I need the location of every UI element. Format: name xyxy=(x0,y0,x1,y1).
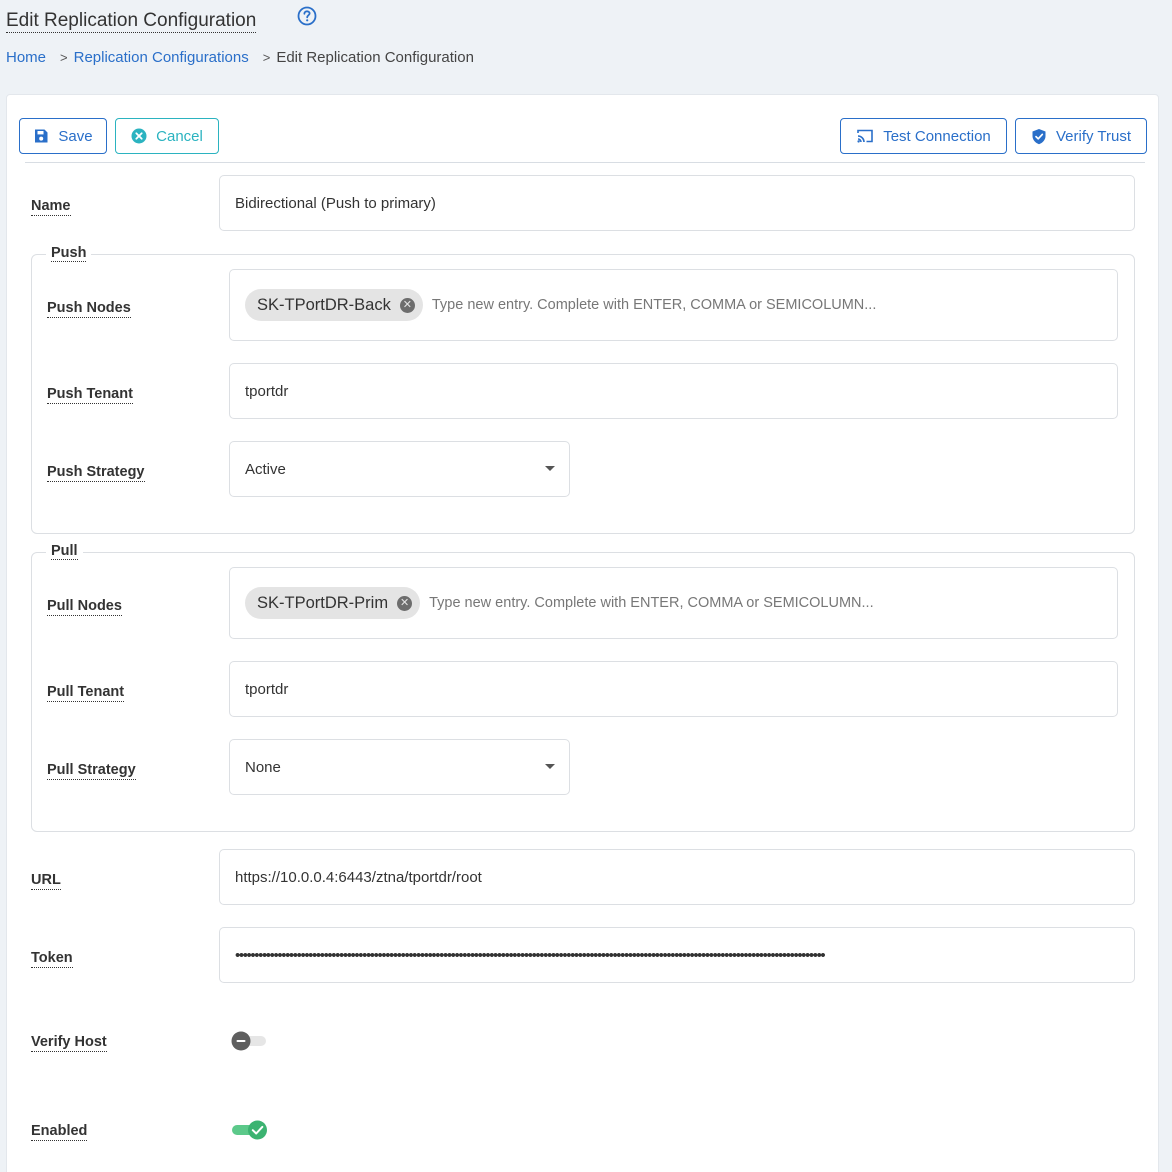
breadcrumb-separator: > xyxy=(60,50,68,65)
enabled-label: Enabled xyxy=(31,1123,88,1141)
shield-check-icon xyxy=(1032,128,1046,144)
floppy-disk-icon xyxy=(35,129,48,143)
pull-tenant-label: Pull Tenant xyxy=(47,684,125,702)
push-tenant-input[interactable]: tportdr xyxy=(229,363,1118,419)
breadcrumb-home[interactable]: Home xyxy=(6,49,46,66)
pull-strategy-value: None xyxy=(245,758,281,776)
push-strategy-value: Active xyxy=(245,460,286,478)
pull-node-chip: SK-TPortDR-Prim ✕ xyxy=(245,587,421,619)
caret-down-icon xyxy=(545,466,555,471)
cast-icon xyxy=(857,129,874,143)
push-nodes-label: Push Nodes xyxy=(47,300,131,318)
toolbar-divider xyxy=(25,162,1145,163)
token-input[interactable]: ••••••••••••••••••••••••••••••••••••••••… xyxy=(219,927,1135,983)
save-button[interactable]: Save xyxy=(19,118,107,154)
verify-host-label: Verify Host xyxy=(31,1034,107,1052)
token-value: ••••••••••••••••••••••••••••••••••••••••… xyxy=(235,946,826,964)
push-node-chip-label: SK-TPortDR-Back xyxy=(257,295,391,314)
pull-tenant-input[interactable]: tportdr xyxy=(229,661,1118,717)
push-nodes-placeholder[interactable]: Type new entry. Complete with ENTER, COM… xyxy=(432,297,877,313)
save-label: Save xyxy=(58,127,93,145)
close-circle-icon xyxy=(131,128,147,144)
pull-nodes-placeholder[interactable]: Type new entry. Complete with ENTER, COM… xyxy=(429,595,874,611)
url-value: https://10.0.0.4:6443/ztna/tportdr/root xyxy=(235,868,482,886)
url-label: URL xyxy=(31,872,61,890)
pull-strategy-label: Pull Strategy xyxy=(47,762,136,780)
breadcrumb-replication-configurations[interactable]: Replication Configurations xyxy=(74,49,249,66)
push-legend: Push xyxy=(46,245,92,262)
help-circle-icon[interactable] xyxy=(297,6,317,26)
push-node-chip: SK-TPortDR-Back ✕ xyxy=(245,289,423,321)
pull-nodes-label: Pull Nodes xyxy=(47,598,122,616)
breadcrumb-current: Edit Replication Configuration xyxy=(276,49,474,66)
name-value: Bidirectional (Push to primary) xyxy=(235,194,436,212)
push-strategy-select[interactable]: Active xyxy=(229,441,570,497)
push-tenant-value: tportdr xyxy=(245,382,289,400)
cancel-label: Cancel xyxy=(156,127,203,145)
push-tenant-label: Push Tenant xyxy=(47,386,133,404)
name-label: Name xyxy=(31,198,71,216)
name-input[interactable]: Bidirectional (Push to primary) xyxy=(219,175,1135,231)
push-nodes-input[interactable]: SK-TPortDR-Back ✕ Type new entry. Comple… xyxy=(229,269,1118,341)
pull-legend: Pull xyxy=(46,543,83,560)
pull-tenant-value: tportdr xyxy=(245,680,289,698)
enabled-toggle[interactable] xyxy=(230,1119,270,1141)
verify-trust-label: Verify Trust xyxy=(1055,127,1132,145)
pull-nodes-input[interactable]: SK-TPortDR-Prim ✕ Type new entry. Comple… xyxy=(229,567,1118,639)
token-label: Token xyxy=(31,950,73,968)
caret-down-icon xyxy=(545,764,555,769)
pull-strategy-select[interactable]: None xyxy=(229,739,570,795)
page-title: Edit Replication Configuration xyxy=(6,10,257,33)
push-strategy-label: Push Strategy xyxy=(47,464,145,482)
verify-trust-button[interactable]: Verify Trust xyxy=(1015,118,1147,154)
test-connection-label: Test Connection xyxy=(883,127,991,145)
cancel-button[interactable]: Cancel xyxy=(115,118,219,154)
breadcrumb-separator: > xyxy=(262,50,271,65)
close-circle-icon[interactable]: ✕ xyxy=(399,297,415,313)
pull-node-chip-label: SK-TPortDR-Prim xyxy=(257,593,389,612)
verify-host-toggle[interactable] xyxy=(230,1030,268,1052)
close-circle-icon[interactable]: ✕ xyxy=(397,595,413,611)
url-input[interactable]: https://10.0.0.4:6443/ztna/tportdr/root xyxy=(219,849,1135,905)
test-connection-button[interactable]: Test Connection xyxy=(840,118,1007,154)
breadcrumb: Home > Replication Configurations > Edit… xyxy=(6,49,474,66)
